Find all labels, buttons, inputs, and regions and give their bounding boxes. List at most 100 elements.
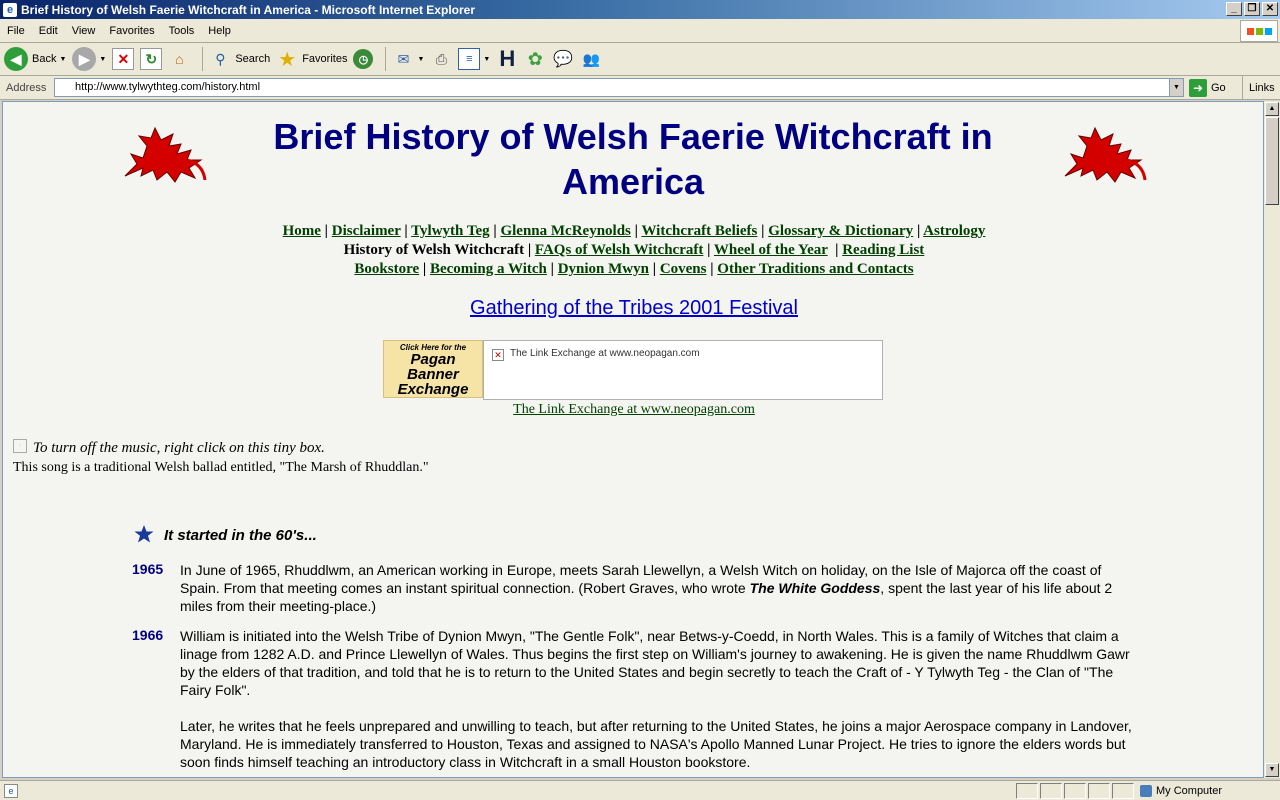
back-button[interactable]: ◀ Back ▼ <box>4 47 66 71</box>
mail-button[interactable]: ✉ ▼ <box>392 48 425 70</box>
page-viewport: Brief History of Welsh Faerie Witchcraft… <box>2 101 1264 778</box>
print-icon: ⎙ <box>435 50 447 67</box>
menu-edit[interactable]: Edit <box>32 25 65 37</box>
welsh-dragon-right-icon <box>1064 126 1147 183</box>
stop-button[interactable]: ✕ <box>112 48 135 70</box>
scroll-up-arrow-icon[interactable]: ▲ <box>1265 102 1279 116</box>
music-control-box[interactable]: · <box>13 439 27 453</box>
forward-button[interactable]: ▶ ▼ <box>72 47 106 71</box>
link-exchange-alt-text: The Link Exchange at www.neopagan.com <box>510 348 700 359</box>
menu-favorites[interactable]: Favorites <box>102 25 161 37</box>
edit-button[interactable]: ≡ ▼ <box>458 48 490 70</box>
scroll-down-arrow-icon[interactable]: ▼ <box>1265 763 1279 777</box>
nav-disclaimer-link[interactable]: Disclaimer <box>332 223 401 239</box>
mail-icon: ✉ <box>397 50 410 67</box>
page-title: Brief History of Welsh Faerie Witchcraft… <box>273 116 993 202</box>
h-icon: H <box>499 46 516 71</box>
nav-covens-link[interactable]: Covens <box>660 261 707 277</box>
ie-icon: e <box>3 2 17 17</box>
nav-tylwyth-teg-link[interactable]: Tylwyth Teg <box>411 223 490 239</box>
minimize-button[interactable]: _ <box>1226 2 1242 16</box>
address-label: Address <box>6 81 47 94</box>
address-dropdown-icon[interactable]: ▼ <box>1169 79 1183 96</box>
favorites-button[interactable]: ★ Favorites <box>276 48 347 71</box>
section-subheading: It started in the 60's... <box>164 527 317 544</box>
links-button[interactable]: Links <box>1242 76 1275 100</box>
nav-bookstore-link[interactable]: Bookstore <box>354 261 419 277</box>
discuss-button[interactable]: 💬 <box>552 48 574 70</box>
go-button[interactable]: ➜ Go <box>1189 79 1226 97</box>
messenger-button[interactable]: 👥 <box>580 48 602 70</box>
history-icon: ◷ <box>353 49 374 69</box>
nav-beliefs-link[interactable]: Witchcraft Beliefs <box>641 223 757 239</box>
refresh-button[interactable]: ↻ <box>140 48 163 70</box>
back-dropdown-icon[interactable]: ▼ <box>59 56 66 63</box>
book-title: The White Goddess <box>749 580 881 596</box>
broken-image-icon: ✕ <box>492 349 504 361</box>
toolbar-separator <box>385 47 387 71</box>
status-bar: e My Computer <box>0 780 1280 800</box>
pagan-banner-exchange-image[interactable]: Click Here for the Pagan Banner Exchange <box>383 340 483 398</box>
nav-astrology-link[interactable]: Astrology <box>923 223 985 239</box>
year-label: 1965 <box>132 561 164 577</box>
welsh-dragon-left-icon <box>124 126 207 183</box>
nav-becoming-link[interactable]: Becoming a Witch <box>430 261 547 277</box>
festival-heading: Gathering of the Tribes 2001 Festival <box>3 297 1263 320</box>
menu-file[interactable]: File <box>0 25 32 37</box>
history-button[interactable]: ◷ <box>353 49 374 69</box>
nav-reading-list-link[interactable]: Reading List <box>842 242 924 258</box>
h-button[interactable]: H <box>496 46 518 71</box>
discuss-bubble-icon: 💬 <box>553 51 574 68</box>
menu-view[interactable]: View <box>65 25 103 37</box>
messenger-people-icon: 👥 <box>582 50 601 67</box>
link-exchange-link[interactable]: The Link Exchange at www.neopagan.com <box>513 402 755 417</box>
home-button[interactable]: ⌂ <box>168 48 190 70</box>
home-icon: ⌂ <box>175 51 184 67</box>
nav-wheel-link[interactable]: Wheel of the Year <box>714 242 828 258</box>
page-status-icon: e <box>4 783 18 798</box>
nav-glossary-link[interactable]: Glossary & Dictionary <box>768 223 913 239</box>
security-zone: My Computer <box>1140 783 1270 799</box>
history-entry-text: William is initiated into the Welsh Trib… <box>180 628 1130 698</box>
year-label: 1966 <box>132 627 164 643</box>
title-bar: e Brief History of Welsh Faerie Witchcra… <box>0 0 1280 19</box>
status-panels <box>1016 783 1134 799</box>
nav-glenna-link[interactable]: Glenna McReynolds <box>500 223 630 239</box>
edit-dropdown-icon[interactable]: ▼ <box>483 56 490 63</box>
go-arrow-icon: ➜ <box>1189 79 1207 97</box>
flower-icon: ✿ <box>527 48 543 69</box>
star-bullet-icon <box>134 525 154 543</box>
search-button[interactable]: ⚲ Search <box>209 48 270 70</box>
forward-dropdown-icon[interactable]: ▼ <box>99 56 106 63</box>
address-bar: Address http://www.tylwythteg.com/histor… <box>0 76 1280 100</box>
site-navigation: Home | Disclaimer | Tylwyth Teg | Glenna… <box>282 223 986 277</box>
close-button[interactable]: ✕ <box>1262 2 1278 16</box>
back-arrow-icon: ◀ <box>4 47 28 71</box>
music-note: To turn off the music, right click on th… <box>33 440 325 456</box>
toolbar-separator <box>202 47 204 71</box>
link-exchange-caption: The Link Exchange at www.neopagan.com <box>3 402 1263 418</box>
nav-home-link[interactable]: Home <box>283 223 321 239</box>
nav-other-traditions-link[interactable]: Other Traditions and Contacts <box>717 261 913 277</box>
nav-faqs-link[interactable]: FAQs of Welsh Witchcraft <box>535 242 703 258</box>
mail-dropdown-icon[interactable]: ▼ <box>417 56 424 63</box>
address-input[interactable]: http://www.tylwythteg.com/history.html ▼ <box>54 78 1184 97</box>
windows-logo-icon <box>1240 20 1278 42</box>
vertical-scrollbar[interactable]: ▲ ▼ <box>1264 101 1280 778</box>
festival-link[interactable]: Gathering of the Tribes 2001 Festival <box>470 297 798 319</box>
stop-icon: ✕ <box>112 48 135 70</box>
nav-dynion-link[interactable]: Dynion Mwyn <box>558 261 649 277</box>
restore-button[interactable]: ❐ <box>1244 2 1260 16</box>
history-entry-text: Later, he writes that he feels unprepare… <box>180 718 1132 770</box>
print-button[interactable]: ⎙ <box>430 48 452 70</box>
forward-arrow-icon: ▶ <box>72 47 97 71</box>
menu-help[interactable]: Help <box>201 25 238 37</box>
icq-button[interactable]: ✿ <box>524 48 546 70</box>
menu-bar: File Edit View Favorites Tools Help <box>0 19 1280 43</box>
menu-tools[interactable]: Tools <box>162 25 202 37</box>
window-title: Brief History of Welsh Faerie Witchcraft… <box>21 2 475 17</box>
address-url: http://www.tylwythteg.com/history.html <box>75 81 261 93</box>
scroll-thumb[interactable] <box>1265 117 1279 205</box>
link-exchange-banner[interactable]: ✕ The Link Exchange at www.neopagan.com <box>483 340 883 400</box>
computer-icon <box>1140 785 1152 797</box>
